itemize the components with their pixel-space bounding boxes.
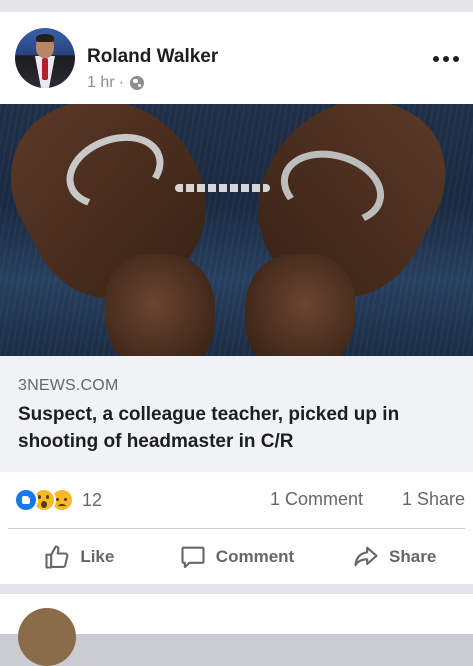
avatar-hair [36,34,54,42]
comment-icon [181,546,205,568]
image-left-hand [105,254,215,356]
share-label: Share [389,546,437,566]
author-avatar[interactable] [15,28,75,88]
avatar-tie [42,58,48,80]
like-label: Like [80,546,115,566]
feed-gap-top [0,0,473,12]
next-post-avatar[interactable] [18,608,76,666]
share-count-link[interactable]: 1 Share [402,489,465,510]
post-meta: 1 hr · [87,74,144,92]
like-reaction-icon [14,488,38,512]
thumbs-up-icon [45,544,69,569]
feed-gap-bottom [0,584,473,594]
post-actions: Like Comment Share [0,529,473,584]
globe-icon[interactable] [129,76,144,90]
share-arrow-icon [354,546,378,566]
comment-button[interactable]: Comment [158,529,316,584]
more-options-button[interactable] [433,56,459,62]
post-time[interactable]: 1 hr [87,74,115,92]
image-handcuff-chain [175,184,270,192]
comment-count-link[interactable]: 1 Comment [270,489,363,510]
reaction-count: 12 [82,489,103,510]
feed-post: Roland Walker 1 hr · 3NEWS.COM Suspect, … [0,12,473,584]
link-title: Suspect, a colleague teacher, picked up … [18,404,400,452]
link-preview[interactable]: 3NEWS.COM Suspect, a colleague teacher, … [0,356,473,472]
post-image[interactable] [0,104,473,356]
like-button[interactable]: Like [0,529,158,584]
comment-label: Comment [215,546,295,566]
reactions-summary[interactable]: 12 [14,488,102,512]
share-button[interactable]: Share [315,529,473,584]
next-feed-post [0,594,473,666]
more-dots-icon [433,56,439,62]
image-right-hand [245,254,355,356]
post-header: Roland Walker 1 hr · [0,12,473,104]
post-stats: 12 1 Comment 1 Share [0,472,473,528]
meta-separator: · [118,74,124,91]
author-name[interactable]: Roland Walker [87,46,218,68]
link-domain: 3NEWS.COM [18,377,119,394]
